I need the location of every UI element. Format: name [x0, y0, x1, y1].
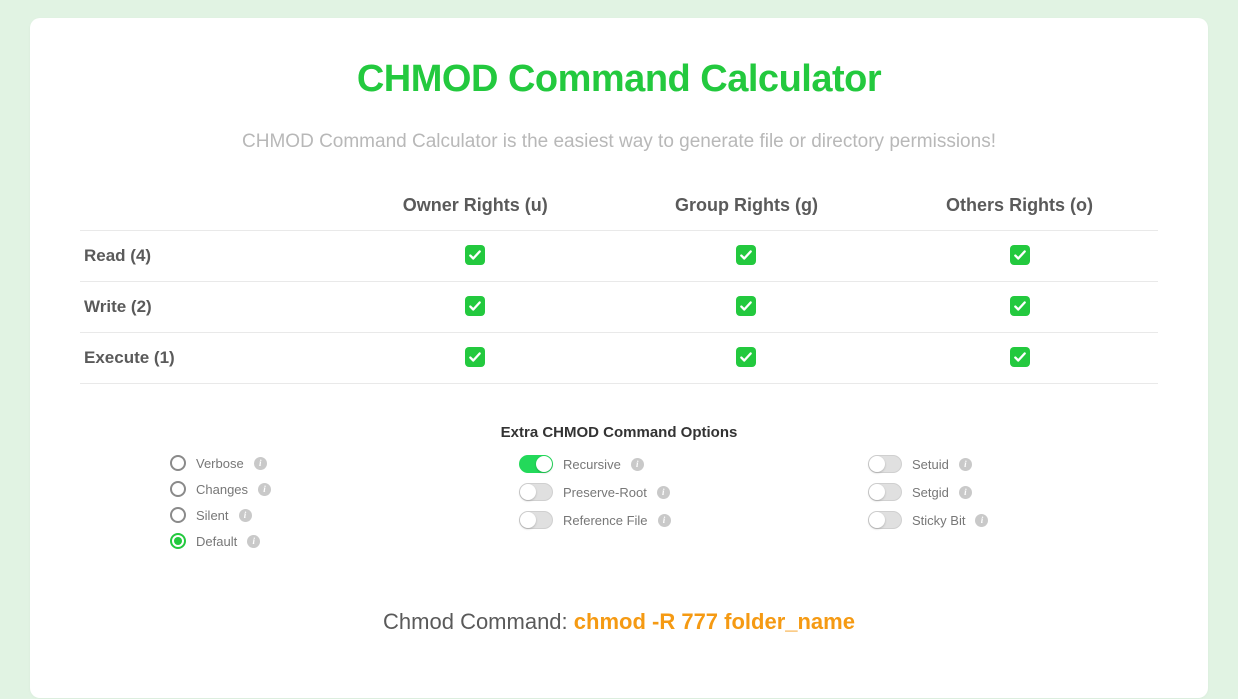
permission-cell: [881, 282, 1158, 333]
option-item: Changes i: [170, 481, 370, 497]
options-column-3: SetuidiSetgidiSticky Biti: [868, 455, 1068, 549]
toggle-recursive[interactable]: [519, 455, 553, 473]
permission-cell: [612, 282, 881, 333]
col-header-blank: [80, 183, 339, 231]
option-label: Silent: [196, 508, 229, 523]
permission-cell: [339, 333, 612, 384]
info-icon[interactable]: i: [658, 514, 671, 527]
radio-default[interactable]: [170, 533, 186, 549]
info-icon[interactable]: i: [959, 486, 972, 499]
permission-cell: [881, 231, 1158, 282]
option-label: Preserve-Root: [563, 485, 647, 500]
row-label: Execute (1): [80, 333, 339, 384]
table-row: Read (4): [80, 231, 1158, 282]
option-label: Changes: [196, 482, 248, 497]
toggle-sticky-bit[interactable]: [868, 511, 902, 529]
row-label: Write (2): [80, 282, 339, 333]
checkbox[interactable]: [736, 296, 756, 316]
radio-changes[interactable]: [170, 481, 186, 497]
checkbox[interactable]: [465, 245, 485, 265]
result-command: chmod -R 777 folder_name: [574, 609, 855, 634]
result-prefix: Chmod Command:: [383, 609, 574, 634]
row-label: Read (4): [80, 231, 339, 282]
option-item: Preserve-Root i: [519, 483, 719, 501]
option-label: Sticky Bit: [912, 513, 965, 528]
page-subtitle: CHMOD Command Calculator is the easiest …: [80, 131, 1158, 153]
option-item: Setuidi: [868, 455, 1068, 473]
info-icon[interactable]: i: [959, 458, 972, 471]
radio-verbose[interactable]: [170, 455, 186, 471]
option-label: Default: [196, 534, 237, 549]
info-icon[interactable]: i: [258, 483, 271, 496]
option-item: Default i: [170, 533, 370, 549]
permission-cell: [881, 333, 1158, 384]
checkbox[interactable]: [736, 245, 756, 265]
permission-cell: [339, 282, 612, 333]
table-row: Write (2): [80, 282, 1158, 333]
permission-cell: [612, 231, 881, 282]
toggle-setgid[interactable]: [868, 483, 902, 501]
options-column-2: Recursive i Preserve-Root i Reference File i: [519, 455, 719, 549]
result-line: Chmod Command: chmod -R 777 folder_name: [80, 609, 1158, 635]
toggle-reference-file[interactable]: [519, 511, 553, 529]
checkbox[interactable]: [465, 347, 485, 367]
checkbox[interactable]: [1010, 245, 1030, 265]
option-label: Setgid: [912, 485, 949, 500]
radio-silent[interactable]: [170, 507, 186, 523]
checkbox[interactable]: [1010, 296, 1030, 316]
toggle-setuid[interactable]: [868, 455, 902, 473]
checkbox[interactable]: [1010, 347, 1030, 367]
checkbox[interactable]: [736, 347, 756, 367]
page-title: CHMOD Command Calculator: [80, 58, 1158, 101]
checkbox[interactable]: [465, 296, 485, 316]
option-item: Setgidi: [868, 483, 1068, 501]
option-label: Verbose: [196, 456, 244, 471]
option-item: Silenti: [170, 507, 370, 523]
permissions-table: Owner Rights (u) Group Rights (g) Others…: [80, 183, 1158, 384]
permission-cell: [612, 333, 881, 384]
option-label: Setuid: [912, 457, 949, 472]
option-item: Sticky Bit i: [868, 511, 1068, 529]
toggle-preserve-root[interactable]: [519, 483, 553, 501]
info-icon[interactable]: i: [239, 509, 252, 522]
option-label: Reference File: [563, 513, 648, 528]
info-icon[interactable]: i: [975, 514, 988, 527]
col-header-group: Group Rights (g): [612, 183, 881, 231]
option-item: Verbose i: [170, 455, 370, 471]
main-card: CHMOD Command Calculator CHMOD Command C…: [30, 18, 1208, 698]
option-item: Reference File i: [519, 511, 719, 529]
col-header-owner: Owner Rights (u): [339, 183, 612, 231]
option-item: Recursive i: [519, 455, 719, 473]
options-column-1: VerboseiChangesiSilentiDefaulti: [170, 455, 370, 549]
extra-options-row: VerboseiChangesiSilentiDefaulti Recursiv…: [80, 455, 1158, 549]
extra-options-heading: Extra CHMOD Command Options: [80, 424, 1158, 441]
col-header-others: Others Rights (o): [881, 183, 1158, 231]
permission-cell: [339, 231, 612, 282]
info-icon[interactable]: i: [247, 535, 260, 548]
info-icon[interactable]: i: [631, 458, 644, 471]
info-icon[interactable]: i: [254, 457, 267, 470]
info-icon[interactable]: i: [657, 486, 670, 499]
option-label: Recursive: [563, 457, 621, 472]
table-row: Execute (1): [80, 333, 1158, 384]
